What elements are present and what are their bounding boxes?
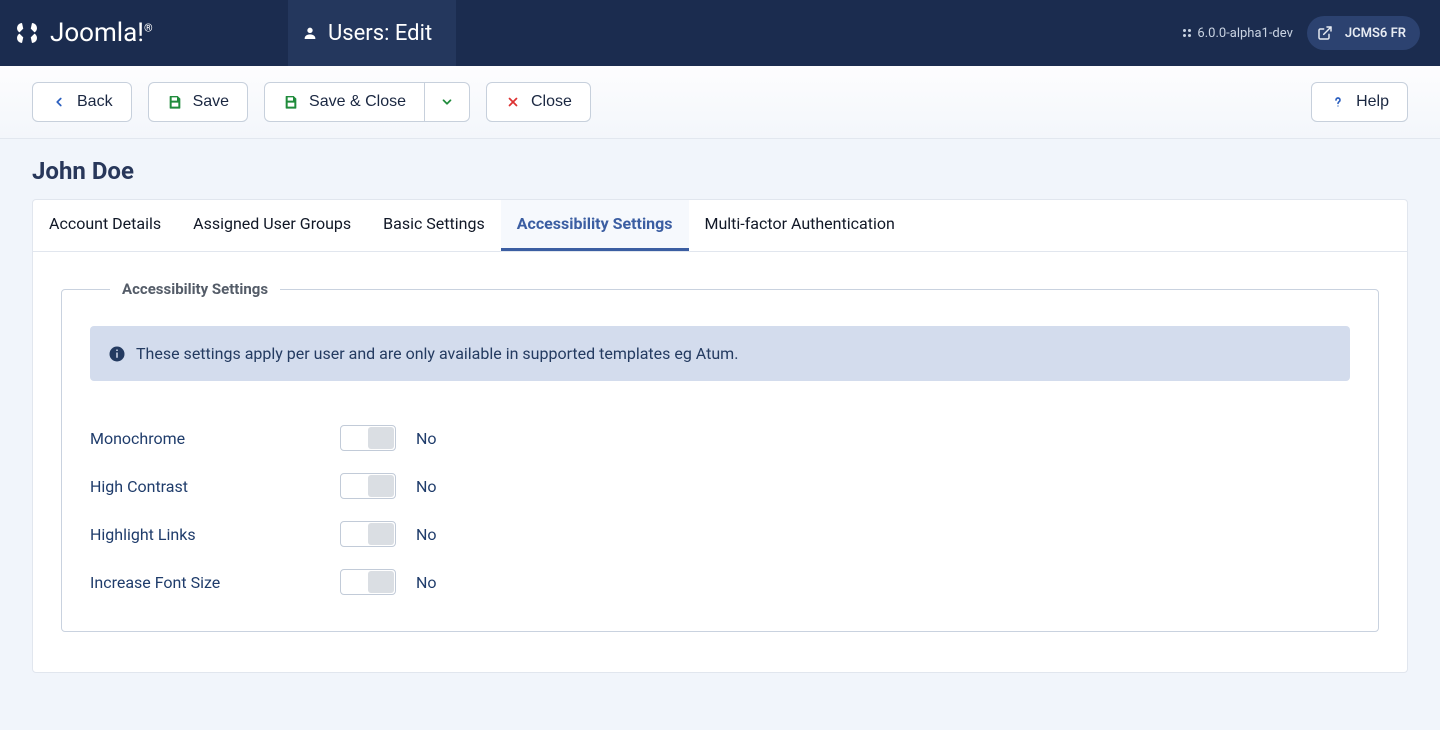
save-and-close-group: Save & Close (264, 82, 470, 122)
tab-accessibility-settings[interactable]: Accessibility Settings (501, 200, 689, 251)
field-highlight-links: Highlight Links No (90, 499, 1350, 547)
site-label: JCMS6 FR (1345, 26, 1406, 41)
label-increase-font-size: Increase Font Size (90, 573, 320, 592)
question-icon (1330, 94, 1346, 110)
field-high-contrast: High Contrast No (90, 451, 1350, 499)
joomla-mark-icon (1181, 27, 1193, 39)
toggle-increase-font-size[interactable] (340, 569, 396, 595)
save-button[interactable]: Save (148, 82, 248, 122)
header-title-text: Users: Edit (328, 21, 432, 46)
tab-account-details[interactable]: Account Details (33, 200, 177, 251)
toggle-highlight-links[interactable] (340, 521, 396, 547)
joomla-logo-icon (12, 18, 42, 48)
chevron-left-icon (51, 94, 67, 110)
save-close-dropdown[interactable] (425, 82, 470, 122)
label-highlight-links: Highlight Links (90, 525, 320, 544)
version-label: 6.0.0-alpha1-dev (1181, 26, 1292, 41)
edit-card: Account Details Assigned User Groups Bas… (32, 199, 1408, 673)
open-site-button[interactable]: JCMS6 FR (1307, 16, 1420, 50)
brand[interactable]: Joomla!® (0, 0, 288, 66)
brand-name: Joomla! (50, 18, 144, 48)
tab-assigned-user-groups[interactable]: Assigned User Groups (177, 200, 367, 251)
close-icon (505, 94, 521, 110)
accessibility-info-text: These settings apply per user and are on… (136, 344, 738, 363)
top-bar: Joomla!® Users: Edit 6.0.0-alpha1-dev JC… (0, 0, 1440, 66)
info-icon (108, 345, 126, 363)
user-icon (302, 25, 318, 41)
field-increase-font-size: Increase Font Size No (90, 547, 1350, 595)
tab-multi-factor-authentication[interactable]: Multi-factor Authentication (689, 200, 911, 251)
state-highlight-links: No (416, 525, 437, 544)
save-icon (283, 94, 299, 110)
accessibility-info-banner: These settings apply per user and are on… (90, 326, 1350, 381)
state-monochrome: No (416, 429, 437, 448)
state-increase-font-size: No (416, 573, 437, 592)
accessibility-fieldset: Accessibility Settings These settings ap… (61, 280, 1379, 632)
save-close-button[interactable]: Save & Close (264, 82, 425, 122)
action-toolbar: Back Save Save & Close Close Help (0, 66, 1440, 139)
label-high-contrast: High Contrast (90, 477, 320, 496)
tab-basic-settings[interactable]: Basic Settings (367, 200, 501, 251)
help-button[interactable]: Help (1311, 82, 1408, 122)
chevron-down-icon (439, 94, 455, 110)
save-icon (167, 94, 183, 110)
close-button[interactable]: Close (486, 82, 591, 122)
top-bar-right: 6.0.0-alpha1-dev JCMS6 FR (1181, 0, 1440, 66)
external-link-icon (1313, 21, 1337, 45)
back-button[interactable]: Back (32, 82, 132, 122)
accessibility-legend: Accessibility Settings (110, 280, 280, 298)
field-monochrome: Monochrome No (90, 403, 1350, 451)
toggle-high-contrast[interactable] (340, 473, 396, 499)
page-title: John Doe (0, 139, 1440, 199)
brand-registered: ® (144, 21, 153, 34)
label-monochrome: Monochrome (90, 429, 320, 448)
page-module-title: Users: Edit (288, 0, 456, 66)
state-high-contrast: No (416, 477, 437, 496)
tabs: Account Details Assigned User Groups Bas… (33, 200, 1407, 252)
toggle-monochrome[interactable] (340, 425, 396, 451)
